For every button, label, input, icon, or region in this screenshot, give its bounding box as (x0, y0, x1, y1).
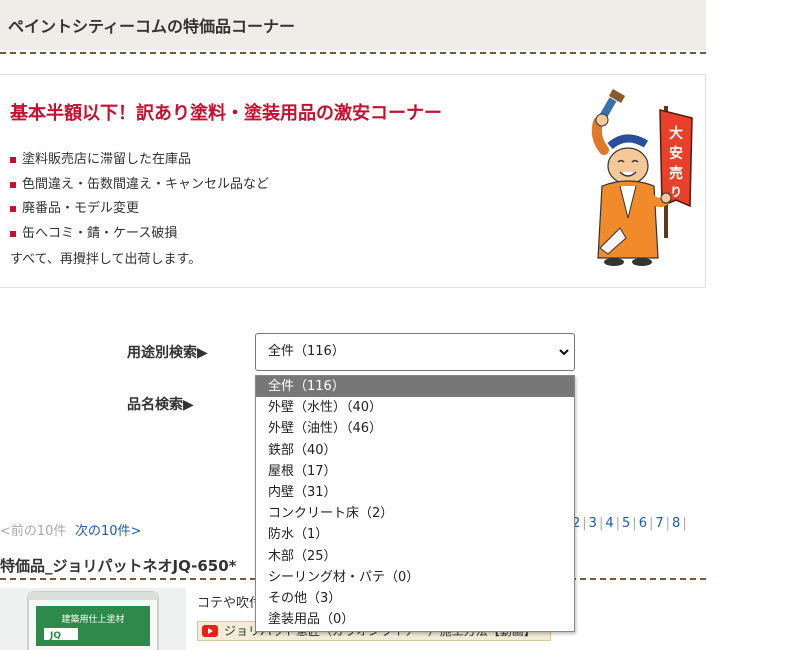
bullet-icon (10, 181, 16, 188)
banner-char-3: り (670, 185, 682, 199)
pager-prev-link: <前の10件 (0, 524, 67, 539)
promo-list: 塗料販売店に滞留した在庫品 色間違え・缶数間違え・キャンセル品など 廃番品・モデ… (10, 151, 269, 249)
page-separator: | (665, 516, 671, 531)
page-separator: | (615, 516, 621, 531)
page: ペイントシティーコムの特価品コーナー 基本半額以下！訳あり塗料・塗装用品の激安コ… (0, 0, 800, 650)
product-image[interactable]: 建築用仕上塗材 JQ (0, 588, 186, 650)
banner-char-2: 売 (669, 165, 683, 182)
dropdown-option[interactable]: その他（3） (256, 588, 574, 609)
dropdown-option[interactable]: シーリング材・パテ（0） (256, 567, 574, 588)
page-separator: | (682, 516, 687, 531)
can-label: 建築用仕上塗材 (61, 613, 124, 625)
header-divider (0, 52, 706, 54)
page-header: ペイントシティーコムの特価品コーナー (0, 0, 706, 50)
dropdown-option[interactable]: コンクリート床（2） (256, 503, 574, 524)
dropdown-option[interactable]: 外壁（水性）（40） (256, 397, 574, 418)
category-search-label: 用途別検索▶ (127, 345, 208, 361)
chevron-down-icon (559, 349, 569, 356)
dropdown-option[interactable]: 外壁（油性）（46） (256, 418, 574, 439)
page-separator: | (582, 516, 587, 531)
promo-footer: すべて、再攪拌して出荷します。 (10, 252, 202, 267)
sale-mascot-illustration: 大 安 売 り (591, 89, 693, 266)
product-title[interactable]: 特価品_ジョリパットネオJQ-650* (0, 555, 237, 576)
bullet-icon (10, 157, 16, 163)
page-link[interactable]: 3 (589, 516, 597, 531)
paint-can-icon: 建築用仕上塗材 JQ (0, 588, 186, 650)
dropdown-option[interactable]: 防水（1） (256, 524, 574, 545)
name-search-label: 品名検索▶ (127, 397, 194, 413)
promo-list-item: 缶へコミ・錆・ケース破損 (10, 225, 269, 250)
promo-heading: 基本半額以下！訳あり塗料・塗装用品の激安コーナー (10, 103, 442, 124)
page-title: ペイントシティーコムの特価品コーナー (8, 17, 296, 36)
dropdown-option[interactable]: 塗装用品（0） (256, 609, 574, 630)
category-dropdown-list: 全件（116） 外壁（水性）（40） 外壁（油性）（46） 鉄部（40） 屋根（… (255, 375, 575, 632)
dropdown-option[interactable]: 屋根（17） (256, 461, 574, 482)
promo-list-item: 色間違え・缶数間違え・キャンセル品など (10, 176, 269, 201)
page-link[interactable]: 4 (605, 516, 613, 531)
dropdown-option[interactable]: 木部（25） (256, 546, 574, 567)
dropdown-option[interactable]: 内壁（31） (256, 482, 574, 503)
product-description: コテや吹付 (197, 596, 263, 611)
pager-page-numbers: 2 | 3 | 4 | 5 | 6 | 7 | 8 | (572, 516, 689, 531)
youtube-icon (202, 625, 218, 637)
can-logo: JQ (49, 631, 61, 641)
dropdown-option[interactable]: 鉄部（40） (256, 440, 574, 461)
pager-next-link[interactable]: 次の10件> (75, 520, 141, 539)
banner-char-1: 安 (669, 145, 683, 162)
category-select-value: 全件（116） (268, 344, 345, 359)
promo-list-item: 塗料販売店に滞留した在庫品 (10, 151, 269, 176)
banner-char-0: 大 (669, 125, 683, 142)
page-separator: | (632, 516, 637, 531)
promo-list-item: 廃番品・モデル変更 (10, 200, 269, 225)
category-select[interactable]: 全件（116） (255, 333, 575, 371)
page-link[interactable]: 7 (655, 516, 663, 531)
bullet-icon (10, 206, 16, 212)
dropdown-option[interactable]: 全件（116） (256, 376, 574, 398)
bullet-icon (10, 230, 16, 237)
page-link[interactable]: 6 (639, 516, 647, 531)
